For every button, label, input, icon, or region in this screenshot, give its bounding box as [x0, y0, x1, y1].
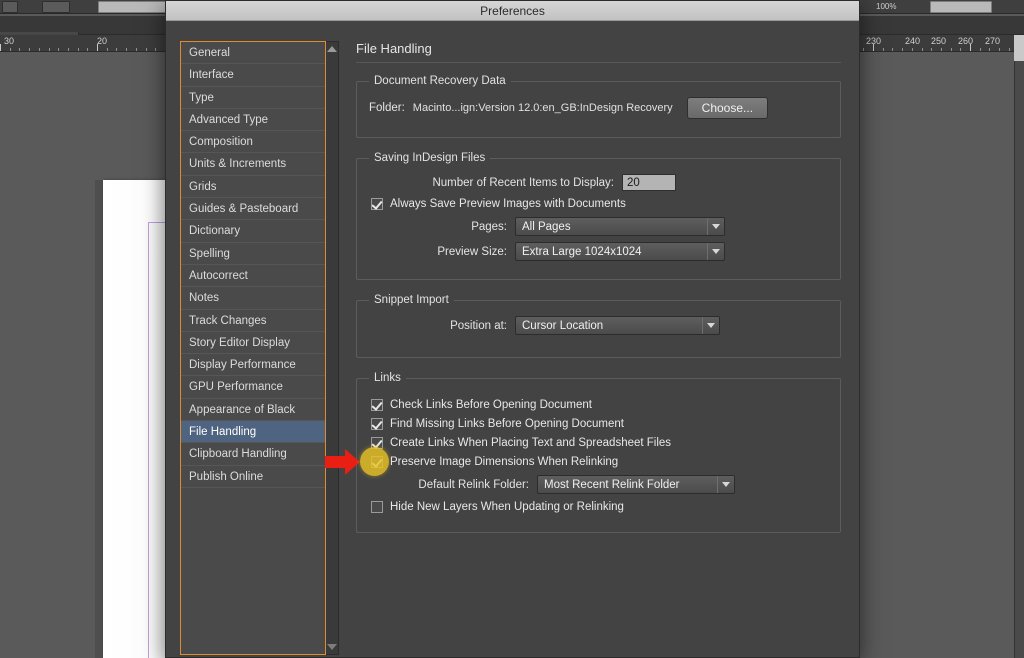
- preview-size-label: Preview Size:: [369, 246, 507, 258]
- pane-item-clipboard-handling[interactable]: Clipboard Handling: [181, 443, 325, 465]
- chevron-down-icon[interactable]: [707, 218, 724, 235]
- pane-item-track-changes[interactable]: Track Changes: [181, 310, 325, 332]
- pasteboard-shadow: [95, 180, 103, 658]
- pane-item-dictionary[interactable]: Dictionary: [181, 220, 325, 242]
- links-option-row: Check Links Before Opening Document: [371, 399, 828, 411]
- pages-dropdown[interactable]: All Pages: [515, 217, 725, 236]
- ruler-tick-label: 20: [97, 36, 107, 46]
- dialog-titlebar[interactable]: Preferences: [166, 1, 859, 21]
- choose-folder-button[interactable]: Choose...: [687, 97, 768, 119]
- recent-items-label: Number of Recent Items to Display:: [369, 177, 614, 189]
- pane-item-general[interactable]: General: [181, 42, 325, 64]
- preferences-content-panel: File Handling Document Recovery Data Fol…: [356, 41, 841, 648]
- default-relink-folder-value: Most Recent Relink Folder: [538, 476, 717, 493]
- pane-item-appearance-of-black[interactable]: Appearance of Black: [181, 399, 325, 421]
- toolbar-dropdown-chip[interactable]: [42, 1, 70, 13]
- find-missing-links-before-opening-document-label: Find Missing Links Before Opening Docume…: [390, 418, 624, 430]
- pages-dropdown-value: All Pages: [516, 218, 707, 235]
- ruler-tick-label: 270: [985, 36, 1000, 46]
- snippet-position-value: Cursor Location: [516, 317, 702, 334]
- links-option-row: Preserve Image Dimensions When Relinking: [371, 456, 828, 468]
- pane-item-composition[interactable]: Composition: [181, 131, 325, 153]
- pane-item-file-handling[interactable]: File Handling: [181, 421, 325, 443]
- pane-item-display-performance[interactable]: Display Performance: [181, 354, 325, 376]
- preserve-image-dimensions-when-relinking-checkbox[interactable]: [371, 456, 383, 468]
- group-legend-snippet: Snippet Import: [369, 294, 454, 306]
- pane-item-interface[interactable]: Interface: [181, 64, 325, 86]
- create-links-when-placing-text-and-spreadsheet-files-label: Create Links When Placing Text and Sprea…: [390, 437, 671, 449]
- recent-items-input[interactable]: [622, 174, 676, 191]
- pane-item-autocorrect[interactable]: Autocorrect: [181, 265, 325, 287]
- pane-item-grids[interactable]: Grids: [181, 176, 325, 198]
- pane-item-guides-pasteboard[interactable]: Guides & Pasteboard: [181, 198, 325, 220]
- links-group: Links Check Links Before Opening Documen…: [356, 372, 841, 533]
- pages-label: Pages:: [369, 221, 507, 233]
- hide-new-layers-label: Hide New Layers When Updating or Relinki…: [390, 501, 624, 513]
- document-recovery-group: Document Recovery Data Folder: Macinto..…: [356, 75, 841, 138]
- snippet-position-label: Position at:: [369, 320, 507, 332]
- default-relink-folder-label: Default Relink Folder:: [371, 479, 529, 491]
- ruler-tick-label: 30: [4, 36, 14, 46]
- links-checkbox-list: Check Links Before Opening Document Find …: [369, 399, 828, 468]
- recovery-folder-label: Folder:: [369, 102, 405, 114]
- check-links-before-opening-document-label: Check Links Before Opening Document: [390, 399, 592, 411]
- dialog-title: Preferences: [480, 4, 545, 18]
- chevron-down-icon[interactable]: [707, 243, 724, 260]
- find-missing-links-before-opening-document-checkbox[interactable]: [371, 418, 383, 430]
- pane-item-notes[interactable]: Notes: [181, 287, 325, 309]
- pane-item-advanced-type[interactable]: Advanced Type: [181, 109, 325, 131]
- check-links-before-opening-document-checkbox[interactable]: [371, 399, 383, 411]
- group-legend-recovery: Document Recovery Data: [369, 75, 511, 87]
- preview-size-dropdown-value: Extra Large 1024x1024: [516, 243, 707, 260]
- preserve-image-dimensions-when-relinking-label: Preserve Image Dimensions When Relinking: [390, 456, 618, 468]
- always-save-preview-checkbox[interactable]: [371, 198, 383, 210]
- default-relink-folder-dropdown[interactable]: Most Recent Relink Folder: [537, 475, 735, 494]
- snippet-position-dropdown[interactable]: Cursor Location: [515, 316, 720, 335]
- chevron-down-icon[interactable]: [717, 476, 734, 493]
- panel-collapse-tab[interactable]: [1014, 35, 1024, 61]
- group-legend-links: Links: [369, 372, 406, 384]
- toolbar-slider-chip[interactable]: [930, 1, 992, 13]
- pane-item-story-editor-display[interactable]: Story Editor Display: [181, 332, 325, 354]
- zoom-level-label: 100%: [876, 2, 896, 11]
- pane-item-type[interactable]: Type: [181, 87, 325, 109]
- pane-item-spelling[interactable]: Spelling: [181, 243, 325, 265]
- chevron-down-icon[interactable]: [702, 317, 719, 334]
- pane-item-units-increments[interactable]: Units & Increments: [181, 153, 325, 175]
- always-save-preview-label: Always Save Preview Images with Document…: [390, 198, 626, 210]
- scroll-down-arrow-icon[interactable]: [327, 644, 337, 650]
- hide-new-layers-checkbox[interactable]: [371, 501, 383, 513]
- pane-item-gpu-performance[interactable]: GPU Performance: [181, 376, 325, 398]
- preferences-dialog: Preferences GeneralInterfaceTypeAdvanced…: [165, 0, 860, 658]
- pane-item-publish-online[interactable]: Publish Online: [181, 466, 325, 488]
- recovery-folder-value: Macinto...ign:Version 12.0:en_GB:InDesig…: [413, 102, 673, 114]
- dialog-body: GeneralInterfaceTypeAdvanced TypeComposi…: [166, 21, 859, 658]
- links-option-row: Find Missing Links Before Opening Docume…: [371, 418, 828, 430]
- saving-indesign-files-group: Saving InDesign Files Number of Recent I…: [356, 152, 841, 280]
- pane-list-scrollbar[interactable]: [326, 41, 339, 655]
- preview-size-dropdown[interactable]: Extra Large 1024x1024: [515, 242, 725, 261]
- snippet-import-group: Snippet Import Position at: Cursor Locat…: [356, 294, 841, 358]
- preferences-pane-list[interactable]: GeneralInterfaceTypeAdvanced TypeComposi…: [180, 41, 326, 655]
- links-option-row: Create Links When Placing Text and Sprea…: [371, 437, 828, 449]
- page-title: File Handling: [356, 41, 841, 63]
- right-panel-rail[interactable]: [1014, 35, 1024, 658]
- group-legend-saving: Saving InDesign Files: [369, 152, 490, 164]
- create-links-when-placing-text-and-spreadsheet-files-checkbox[interactable]: [371, 437, 383, 449]
- toolbar-chip[interactable]: [2, 1, 18, 13]
- ruler-tick-label: 250: [931, 36, 946, 46]
- scroll-up-arrow-icon[interactable]: [327, 46, 337, 52]
- ruler-tick-label: 240: [905, 36, 920, 46]
